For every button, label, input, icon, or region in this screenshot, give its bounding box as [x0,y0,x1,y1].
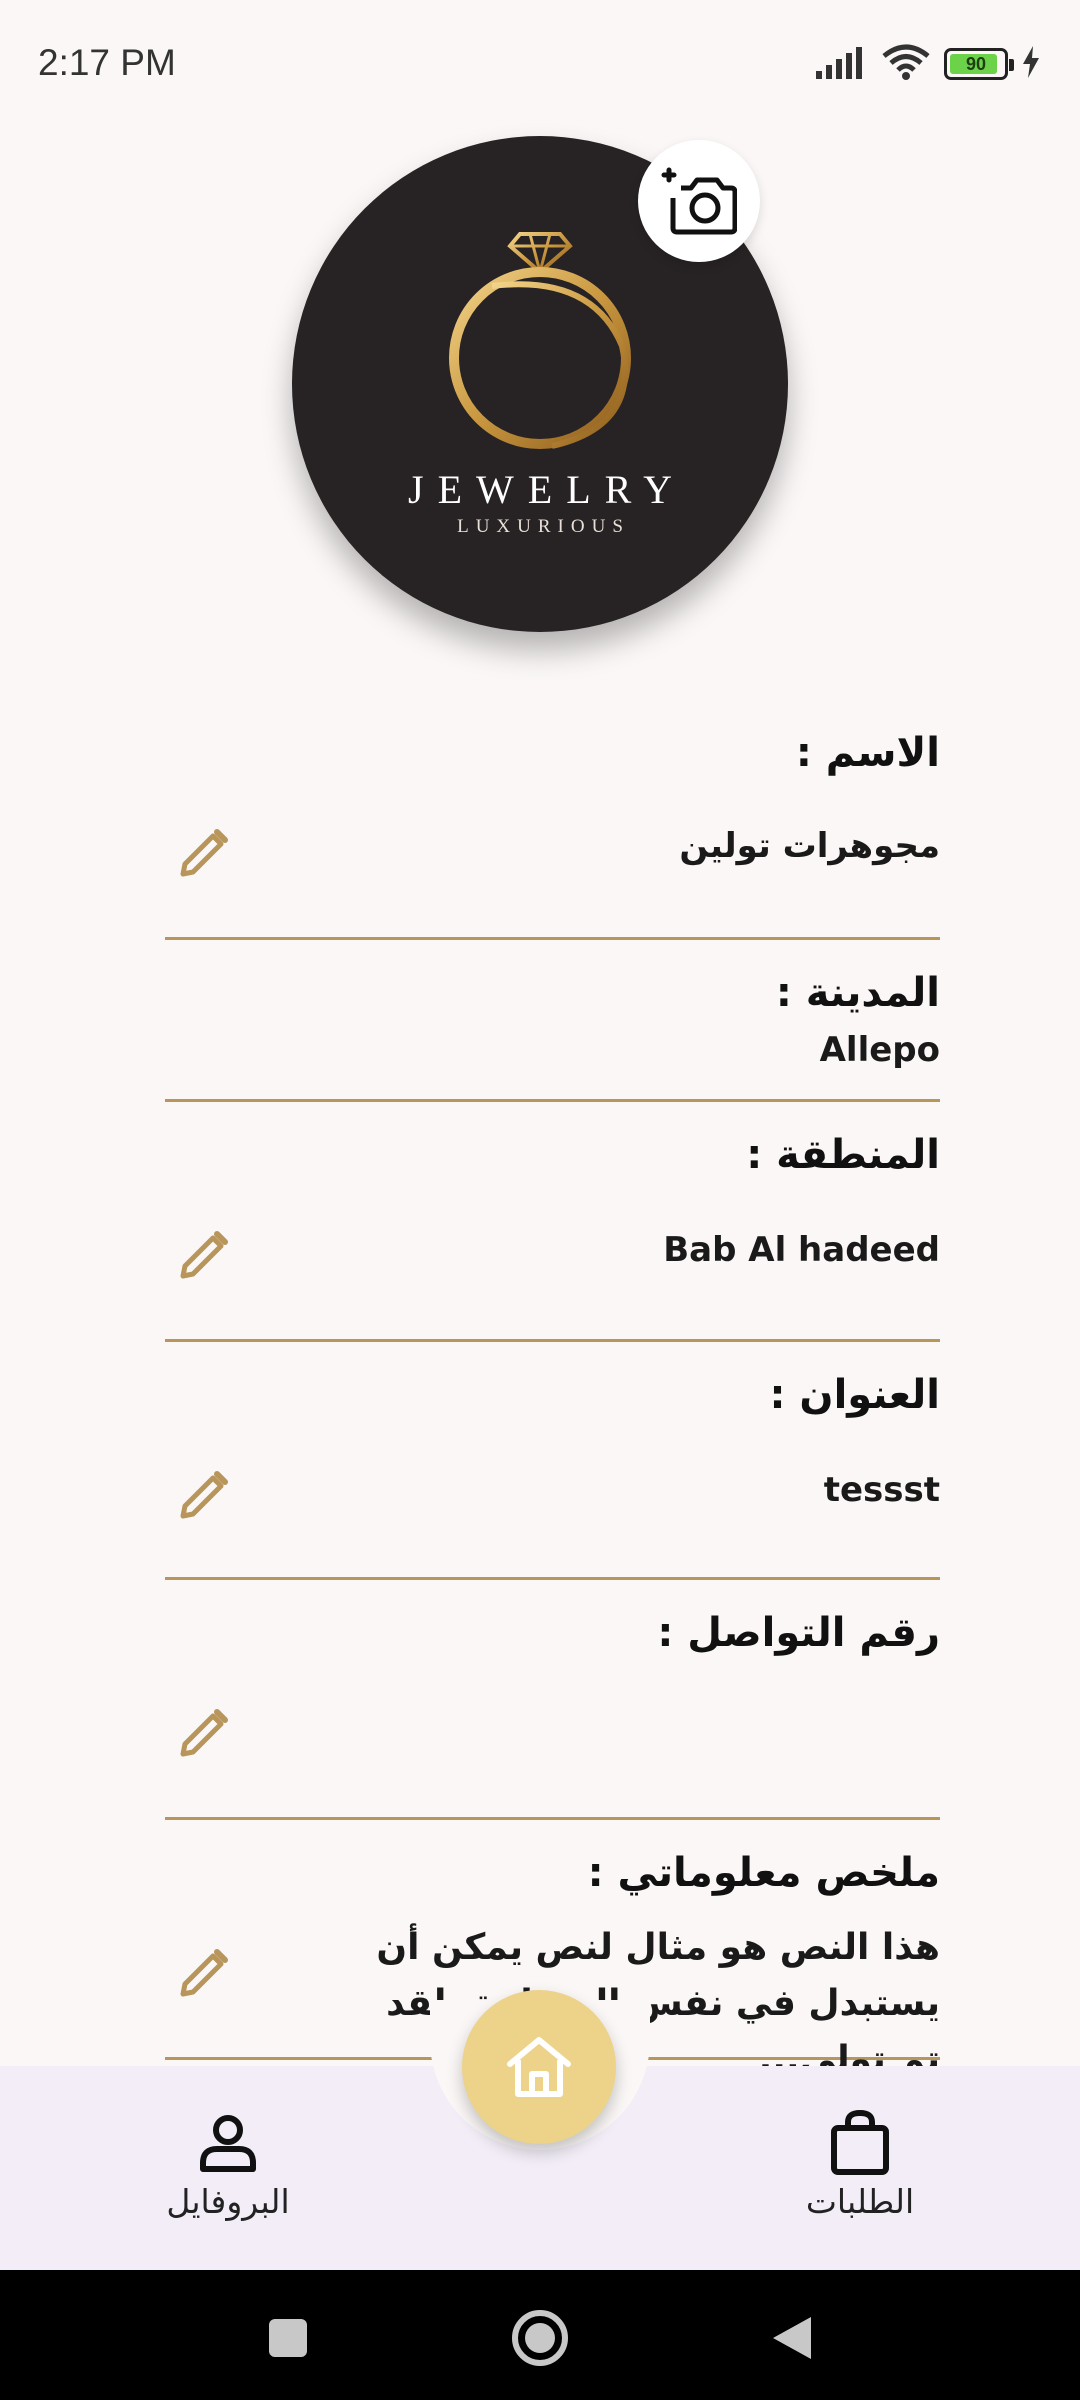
status-bar: 2:17 PM 90 [0,0,1080,130]
system-navigation-bar [0,2270,1080,2400]
nav-profile-label: البروفايل [166,2182,290,2221]
status-icons: 90 [816,44,1040,84]
home-button[interactable] [462,1990,616,2144]
logo-title: JEWELRY [408,467,686,512]
pencil-icon [180,1949,228,1997]
field-city: المدينة : Allepo [165,940,940,1102]
battery-level: 90 [965,53,987,74]
field-address: العنوان : tessst [165,1342,940,1580]
add-photo-icon [661,167,737,235]
field-label: الاسم : [795,730,940,776]
pencil-icon [180,829,228,877]
field-contact: رقم التواصل : [165,1580,940,1820]
charging-icon [1022,46,1040,82]
field-label: المدينة : [775,970,940,1016]
nav-orders-label: الطلبات [805,2182,915,2221]
nav-orders[interactable]: الطلبات [750,2108,970,2221]
recents-button[interactable] [258,2308,318,2368]
home-system-button[interactable] [510,2308,570,2368]
profile-fields: الاسم : مجوهرات تولين المدينة : Allepo ا… [165,720,940,2080]
field-value: Allepo [819,1030,940,1070]
nav-profile[interactable]: البروفايل [118,2108,338,2221]
shopping-bag-icon [831,2110,889,2175]
field-label: ملخص معلوماتي : [587,1850,940,1896]
logo-subtitle: LUXURIOUS [457,516,630,537]
field-name: الاسم : مجوهرات تولين [165,720,940,940]
field-value: مجوهرات تولين [679,826,940,866]
field-area: المنطقة : Bab Al hadeed [165,1102,940,1342]
field-label: رقم التواصل : [657,1610,940,1656]
recents-icon [269,2319,307,2357]
status-time: 2:17 PM [38,42,176,83]
profile-icon [200,2115,256,2172]
pencil-icon [180,1709,228,1757]
change-photo-button[interactable] [638,140,760,262]
home-icon [507,2037,571,2097]
profile-screen: 2:17 PM 90 JEWELRY LUXURIOUS الاسم: مجو… [0,0,1080,2400]
edit-contact-button[interactable] [175,1702,235,1762]
field-label: المنطقة : [746,1132,940,1178]
back-icon [773,2317,811,2359]
field-value: tessst [823,1470,940,1510]
wifi-icon [882,44,930,84]
edit-summary-button[interactable] [175,1942,235,2002]
edit-name-button[interactable] [175,822,235,882]
edit-address-button[interactable] [175,1464,235,1524]
signal-icon [816,45,868,83]
home-circle-icon [512,2310,568,2366]
pencil-icon [180,1231,228,1279]
field-label: العنوان : [769,1372,941,1418]
battery-icon: 90 [944,48,1014,80]
pencil-icon [180,1471,228,1519]
field-value: Bab Al hadeed [663,1230,940,1270]
back-button[interactable] [762,2308,822,2368]
edit-area-button[interactable] [175,1224,235,1284]
